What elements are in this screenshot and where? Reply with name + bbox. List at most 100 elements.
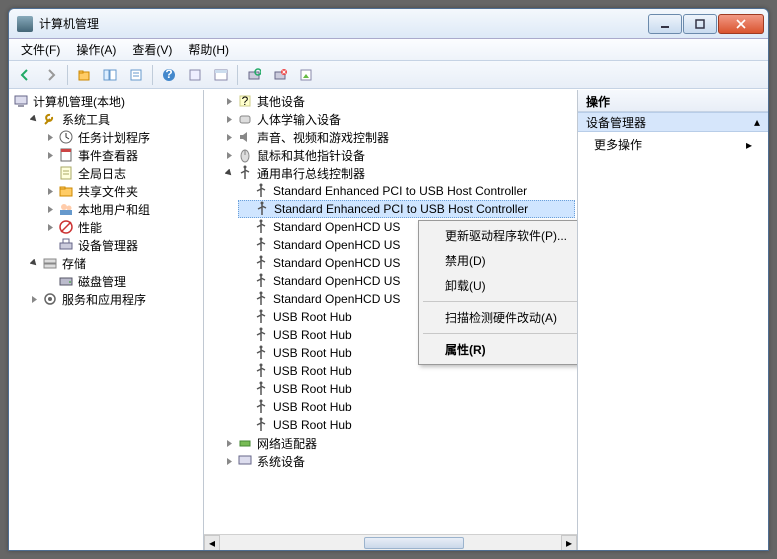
mouse-icon (237, 147, 253, 163)
collapse-icon[interactable] (29, 114, 40, 125)
expand-icon[interactable] (45, 204, 56, 215)
expand-icon[interactable] (45, 222, 56, 233)
actions-section-header[interactable]: 设备管理器 ▴ (578, 112, 768, 132)
toolbar-btn-c[interactable] (294, 64, 318, 86)
tree-hid[interactable]: 人体学输入设备 (222, 110, 575, 128)
minimize-button[interactable] (648, 14, 682, 34)
node-label: Standard OpenHCD US (273, 292, 400, 306)
tree-global-log[interactable]: 全局日志 (43, 164, 201, 182)
usb-device-icon (253, 291, 269, 307)
tree-root[interactable]: 计算机管理(本地) (11, 92, 201, 110)
expand-icon[interactable] (29, 294, 40, 305)
other-devices-icon: ? (237, 93, 253, 109)
node-label: Standard Enhanced PCI to USB Host Contro… (273, 184, 527, 198)
expand-icon[interactable] (224, 132, 235, 143)
node-label: USB Root Hub (273, 364, 352, 378)
node-label: USB Root Hub (273, 328, 352, 342)
left-tree-pane[interactable]: 计算机管理(本地) 系统工具 任务计划程序 事件查看器 (9, 90, 204, 550)
clock-icon (58, 129, 74, 145)
ctx-scan-hardware[interactable]: 扫描检测硬件改动(A) (421, 305, 578, 330)
mid-tree-pane[interactable]: ?其他设备 人体学输入设备 声音、视频和游戏控制器 鼠标和其他指针设备 通用串行… (204, 90, 578, 550)
more-label: 更多操作 (594, 136, 642, 153)
usb-device-item[interactable]: USB Root Hub (238, 416, 575, 434)
tree-other-devices[interactable]: ?其他设备 (222, 92, 575, 110)
expand-icon[interactable] (45, 150, 56, 161)
expand-icon[interactable] (224, 114, 235, 125)
tree-event-viewer[interactable]: 事件查看器 (43, 146, 201, 164)
ctx-properties[interactable]: 属性(R) (421, 337, 578, 362)
computer-icon (13, 93, 29, 109)
tree-storage[interactable]: 存储 (27, 254, 201, 272)
expand-icon[interactable] (45, 186, 56, 197)
actions-more[interactable]: 更多操作 ▸ (578, 132, 768, 157)
event-icon (58, 147, 74, 163)
app-window: 计算机管理 文件(F) 操作(A) 查看(V) 帮助(H) ? (8, 8, 769, 551)
separator (237, 65, 238, 85)
node-label: USB Root Hub (273, 346, 352, 360)
collapse-icon[interactable] (29, 258, 40, 269)
help-button[interactable]: ? (157, 64, 181, 86)
expand-icon[interactable] (224, 456, 235, 467)
node-label: 共享文件夹 (78, 183, 138, 200)
menu-action[interactable]: 操作(A) (68, 39, 124, 60)
collapse-icon[interactable] (224, 168, 235, 179)
show-hide-tree-button[interactable] (98, 64, 122, 86)
uninstall-button[interactable] (268, 64, 292, 86)
usb-device-icon (253, 237, 269, 253)
tree-local-users[interactable]: 本地用户和组 (43, 200, 201, 218)
expand-icon[interactable] (45, 132, 56, 143)
usb-device-item[interactable]: Standard Enhanced PCI to USB Host Contro… (238, 200, 575, 218)
usb-device-item[interactable]: USB Root Hub (238, 380, 575, 398)
back-button[interactable] (13, 64, 37, 86)
svg-text:?: ? (165, 68, 172, 81)
tree-task-scheduler[interactable]: 任务计划程序 (43, 128, 201, 146)
toolbar: ? (9, 61, 768, 89)
toolbar-btn-b[interactable] (209, 64, 233, 86)
tree-usb-controllers[interactable]: 通用串行总线控制器 (222, 164, 575, 182)
horizontal-scrollbar[interactable]: ◂ ▸ (204, 534, 577, 550)
tree-services[interactable]: 服务和应用程序 (27, 290, 201, 308)
scan-hardware-button[interactable] (242, 64, 266, 86)
left-tree: 计算机管理(本地) 系统工具 任务计划程序 事件查看器 (9, 90, 203, 316)
node-label: 磁盘管理 (78, 273, 126, 290)
ctx-disable[interactable]: 禁用(D) (421, 248, 578, 273)
menu-view[interactable]: 查看(V) (124, 39, 180, 60)
usb-device-icon (254, 201, 270, 217)
node-label: 服务和应用程序 (62, 291, 146, 308)
ctx-uninstall[interactable]: 卸载(U) (421, 273, 578, 298)
titlebar[interactable]: 计算机管理 (9, 9, 768, 39)
scroll-thumb[interactable] (364, 537, 464, 549)
tree-shared-folders[interactable]: 共享文件夹 (43, 182, 201, 200)
usb-device-item[interactable]: USB Root Hub (238, 398, 575, 416)
window-title: 计算机管理 (39, 15, 647, 32)
scroll-right-button[interactable]: ▸ (561, 535, 577, 550)
log-icon (58, 165, 74, 181)
actions-pane: 操作 设备管理器 ▴ 更多操作 ▸ (578, 90, 768, 550)
tree-network[interactable]: 网络适配器 (222, 434, 575, 452)
device-manager-icon (58, 237, 74, 253)
tree-system-tools[interactable]: 系统工具 (27, 110, 201, 128)
usb-device-item[interactable]: Standard Enhanced PCI to USB Host Contro… (238, 182, 575, 200)
properties-button[interactable] (124, 64, 148, 86)
close-button[interactable] (718, 14, 764, 34)
tree-mouse[interactable]: 鼠标和其他指针设备 (222, 146, 575, 164)
toolbar-btn-a[interactable] (183, 64, 207, 86)
tree-device-manager[interactable]: 设备管理器 (43, 236, 201, 254)
node-label: USB Root Hub (273, 418, 352, 432)
expand-icon[interactable] (224, 150, 235, 161)
window-controls (647, 14, 764, 34)
tree-sound[interactable]: 声音、视频和游戏控制器 (222, 128, 575, 146)
menu-help[interactable]: 帮助(H) (180, 39, 237, 60)
tree-performance[interactable]: 性能 (43, 218, 201, 236)
up-button[interactable] (72, 64, 96, 86)
tree-system-devices[interactable]: 系统设备 (222, 452, 575, 470)
menu-file[interactable]: 文件(F) (13, 39, 68, 60)
expand-icon[interactable] (224, 96, 235, 107)
forward-button[interactable] (39, 64, 63, 86)
tree-disk-management[interactable]: 磁盘管理 (43, 272, 201, 290)
scroll-left-button[interactable]: ◂ (204, 535, 220, 550)
tools-icon (42, 111, 58, 127)
maximize-button[interactable] (683, 14, 717, 34)
expand-icon[interactable] (224, 438, 235, 449)
ctx-update-driver[interactable]: 更新驱动程序软件(P)... (421, 223, 578, 248)
